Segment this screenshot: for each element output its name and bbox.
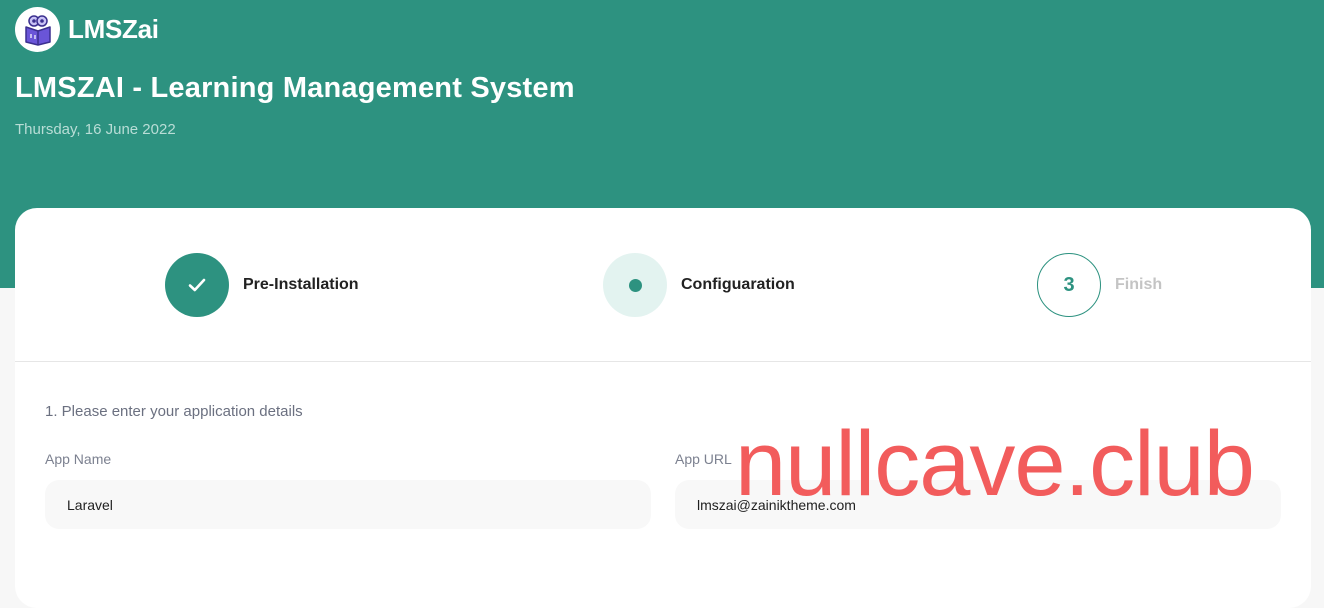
check-icon [188, 278, 206, 292]
step-label: Finish [1115, 276, 1163, 293]
dot-icon [628, 278, 642, 292]
step-number-indicator: 3 [1037, 253, 1101, 317]
brand[interactable]: LMSZai [15, 7, 159, 52]
installer-card: Pre-Installation Configuaration 3 Finish… [15, 208, 1311, 608]
page-title: LMSZAI - Learning Management System [15, 72, 575, 104]
form-section-title: 1. Please enter your application details [45, 403, 303, 420]
step-finish[interactable]: 3 Finish [1037, 253, 1162, 317]
app-url-input[interactable] [675, 480, 1281, 529]
app-url-field: App URL [675, 451, 1281, 529]
step-label: Configuaration [681, 276, 795, 293]
app-name-input[interactable] [45, 480, 651, 529]
book-owl-icon [15, 7, 60, 52]
current-date: Thursday, 16 June 2022 [15, 121, 176, 138]
app-url-label: App URL [675, 451, 732, 467]
step-active-indicator [603, 253, 667, 317]
step-number: 3 [1063, 273, 1075, 296]
step-label: Pre-Installation [243, 276, 359, 293]
app-name-field: App Name [45, 451, 651, 529]
step-completed-indicator [165, 253, 229, 317]
step-configuration[interactable]: Configuaration [603, 253, 795, 317]
brand-name: LMSZai [68, 14, 159, 44]
app-name-label: App Name [45, 451, 112, 467]
step-pre-installation[interactable]: Pre-Installation [165, 253, 359, 317]
installation-stepper: Pre-Installation Configuaration 3 Finish [15, 208, 1311, 362]
